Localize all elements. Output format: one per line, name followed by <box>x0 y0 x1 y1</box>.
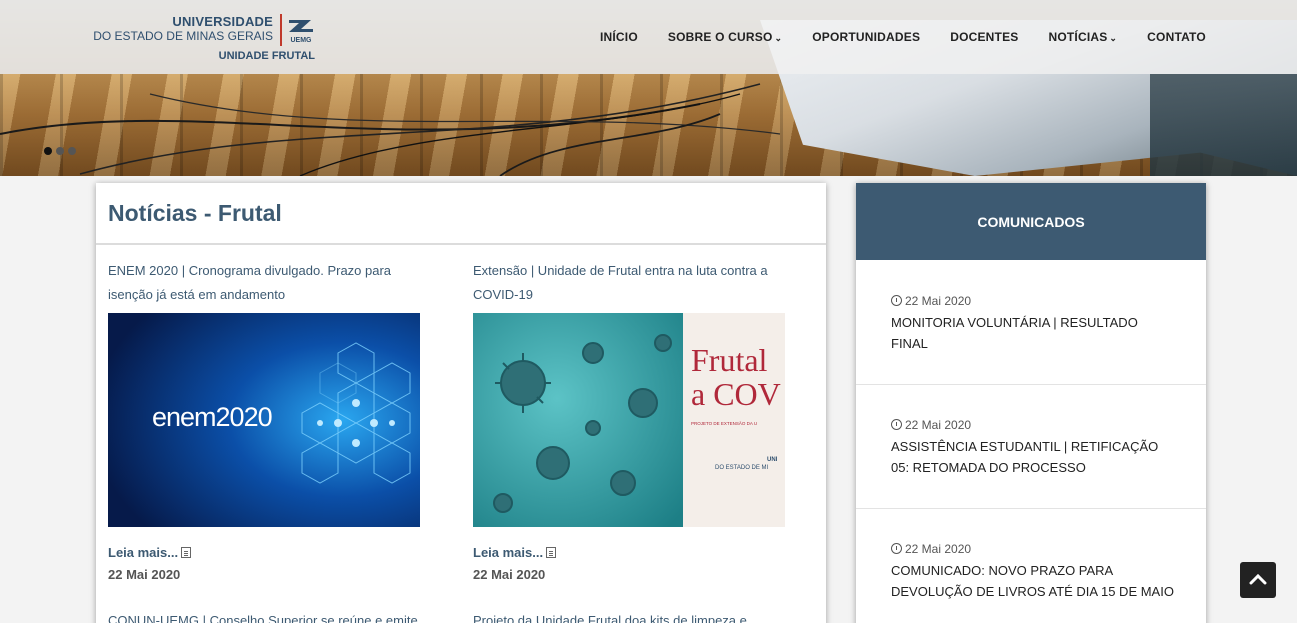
announcement-date: 22 Mai 2020 <box>891 294 971 308</box>
announcements-header: COMUNICADOS <box>856 183 1206 260</box>
nav-label: INÍCIO <box>600 30 638 44</box>
news-post: ENEM 2020 | Cronograma divulgado. Prazo … <box>108 259 428 307</box>
announcement-item[interactable]: 22 Mai 2020 MONITORIA VOLUNTÁRIA | RESUL… <box>856 261 1206 385</box>
covid-image-small-1: PROJETO DE EXTENSÃO DA U <box>691 420 757 426</box>
nav-docentes[interactable]: DOCENTES <box>950 30 1018 44</box>
read-more-link[interactable]: Leia mais... <box>473 545 557 560</box>
news-panel: Notícias - Frutal ENEM 2020 | Cronograma… <box>96 183 826 623</box>
nav-label: SOBRE O CURSO <box>667 30 773 44</box>
announcement-item[interactable]: 22 Mai 2020 COMUNICADO: NOVO PRAZO PARA … <box>856 509 1206 623</box>
announcement-title[interactable]: COMUNICADO: NOVO PRAZO PARA DEVOLUÇÃO DE… <box>891 560 1176 602</box>
carousel-dot[interactable] <box>56 147 64 155</box>
nav-noticias[interactable]: NOTÍCIAS ⌄ <box>1048 30 1117 44</box>
logo-line-2: DO ESTADO DE MINAS GERAIS <box>93 29 273 43</box>
covid-image-small-3: DO ESTADO DE MI <box>715 465 769 471</box>
post-title-link[interactable]: CONUN-UEMG | Conselho Superior se reúne … <box>108 613 418 623</box>
read-more-label: Leia mais... <box>473 545 544 560</box>
covid-image-small-2: UNI <box>767 457 778 463</box>
nav-label: DOCENTES <box>950 30 1019 44</box>
nav-label: OPORTUNIDADES <box>812 30 921 44</box>
covid-image-text-2: a COV <box>691 376 781 412</box>
chevron-up-icon <box>1249 573 1267 585</box>
nav-oportunidades[interactable]: OPORTUNIDADES <box>812 30 920 44</box>
carousel-dot[interactable] <box>44 147 52 155</box>
page-title: Notícias - Frutal <box>108 200 282 226</box>
news-post: Extensão | Unidade de Frutal entra na lu… <box>473 259 793 307</box>
main-nav: INÍCIO SOBRE O CURSO ⌄ OPORTUNIDADES DOCE… <box>600 27 1206 47</box>
announcement-date: 22 Mai 2020 <box>891 418 971 432</box>
post-date: 22 Mai 2020 <box>108 567 181 582</box>
logo-line-1: UNIVERSIDADE <box>172 14 273 29</box>
announcements-panel: COMUNICADOS 22 Mai 2020 MONITORIA VOLUNT… <box>856 183 1206 623</box>
announcement-date-text: 22 Mai 2020 <box>905 294 972 308</box>
post-title-link[interactable]: Extensão | Unidade de Frutal entra na lu… <box>473 259 793 307</box>
logo-divider <box>280 14 282 46</box>
announcement-date-text: 22 Mai 2020 <box>905 418 972 432</box>
chevron-down-icon: ⌄ <box>774 33 783 43</box>
uemg-emblem-icon: UEMG <box>289 20 313 44</box>
logo-line-3: UNIDADE FRUTAL <box>218 50 315 62</box>
emblem-text: UEMG <box>291 37 313 44</box>
enem-image-text: enem2020 <box>152 402 272 432</box>
read-more-link[interactable]: Leia mais... <box>108 545 192 560</box>
covid-frutal-image[interactable]: Frutal a COV PROJETO DE EXTENSÃO DA U UN… <box>473 313 785 527</box>
post-date: 22 Mai 2020 <box>473 567 546 582</box>
document-icon <box>181 547 192 558</box>
enem-2020-image[interactable]: enem2020 <box>108 313 420 527</box>
announcement-title[interactable]: ASSISTÊNCIA ESTUDANTIL | RETIFICAÇÃO 05:… <box>891 436 1176 478</box>
nav-sobre-o-curso[interactable]: SOBRE O CURSO ⌄ <box>668 30 782 44</box>
document-icon <box>546 547 557 558</box>
uemg-logo[interactable]: UNIVERSIDADE DO ESTADO DE MINAS GERAIS U… <box>93 14 319 66</box>
announcement-date-text: 22 Mai 2020 <box>905 542 972 556</box>
read-more-label: Leia mais... <box>108 545 179 560</box>
carousel-dot[interactable] <box>68 147 76 155</box>
chevron-down-icon: ⌄ <box>1109 33 1118 43</box>
back-to-top-button[interactable] <box>1240 562 1276 598</box>
nav-label: CONTATO <box>1147 30 1206 44</box>
announcement-date: 22 Mai 2020 <box>891 542 971 556</box>
announcements-title: COMUNICADOS <box>977 214 1085 230</box>
covid-image-text-1: Frutal <box>691 342 768 378</box>
announcement-title[interactable]: MONITORIA VOLUNTÁRIA | RESULTADO FINAL <box>891 312 1176 354</box>
clock-icon <box>891 419 902 430</box>
nav-inicio[interactable]: INÍCIO <box>600 30 638 44</box>
clock-icon <box>891 543 902 554</box>
nav-label: NOTÍCIAS <box>1048 30 1108 44</box>
nav-contato[interactable]: CONTATO <box>1147 30 1206 44</box>
banner-chair-image <box>1150 74 1297 176</box>
post-title-link[interactable]: ENEM 2020 | Cronograma divulgado. Prazo … <box>108 259 428 307</box>
carousel-indicators[interactable] <box>44 147 76 155</box>
post-title-link[interactable]: Projeto da Unidade Frutal doa kits de li… <box>473 613 747 623</box>
announcement-item[interactable]: 22 Mai 2020 ASSISTÊNCIA ESTUDANTIL | RET… <box>856 385 1206 509</box>
clock-icon <box>891 295 902 306</box>
title-divider <box>96 243 826 245</box>
site-header: UNIVERSIDADE DO ESTADO DE MINAS GERAIS U… <box>0 0 1297 74</box>
